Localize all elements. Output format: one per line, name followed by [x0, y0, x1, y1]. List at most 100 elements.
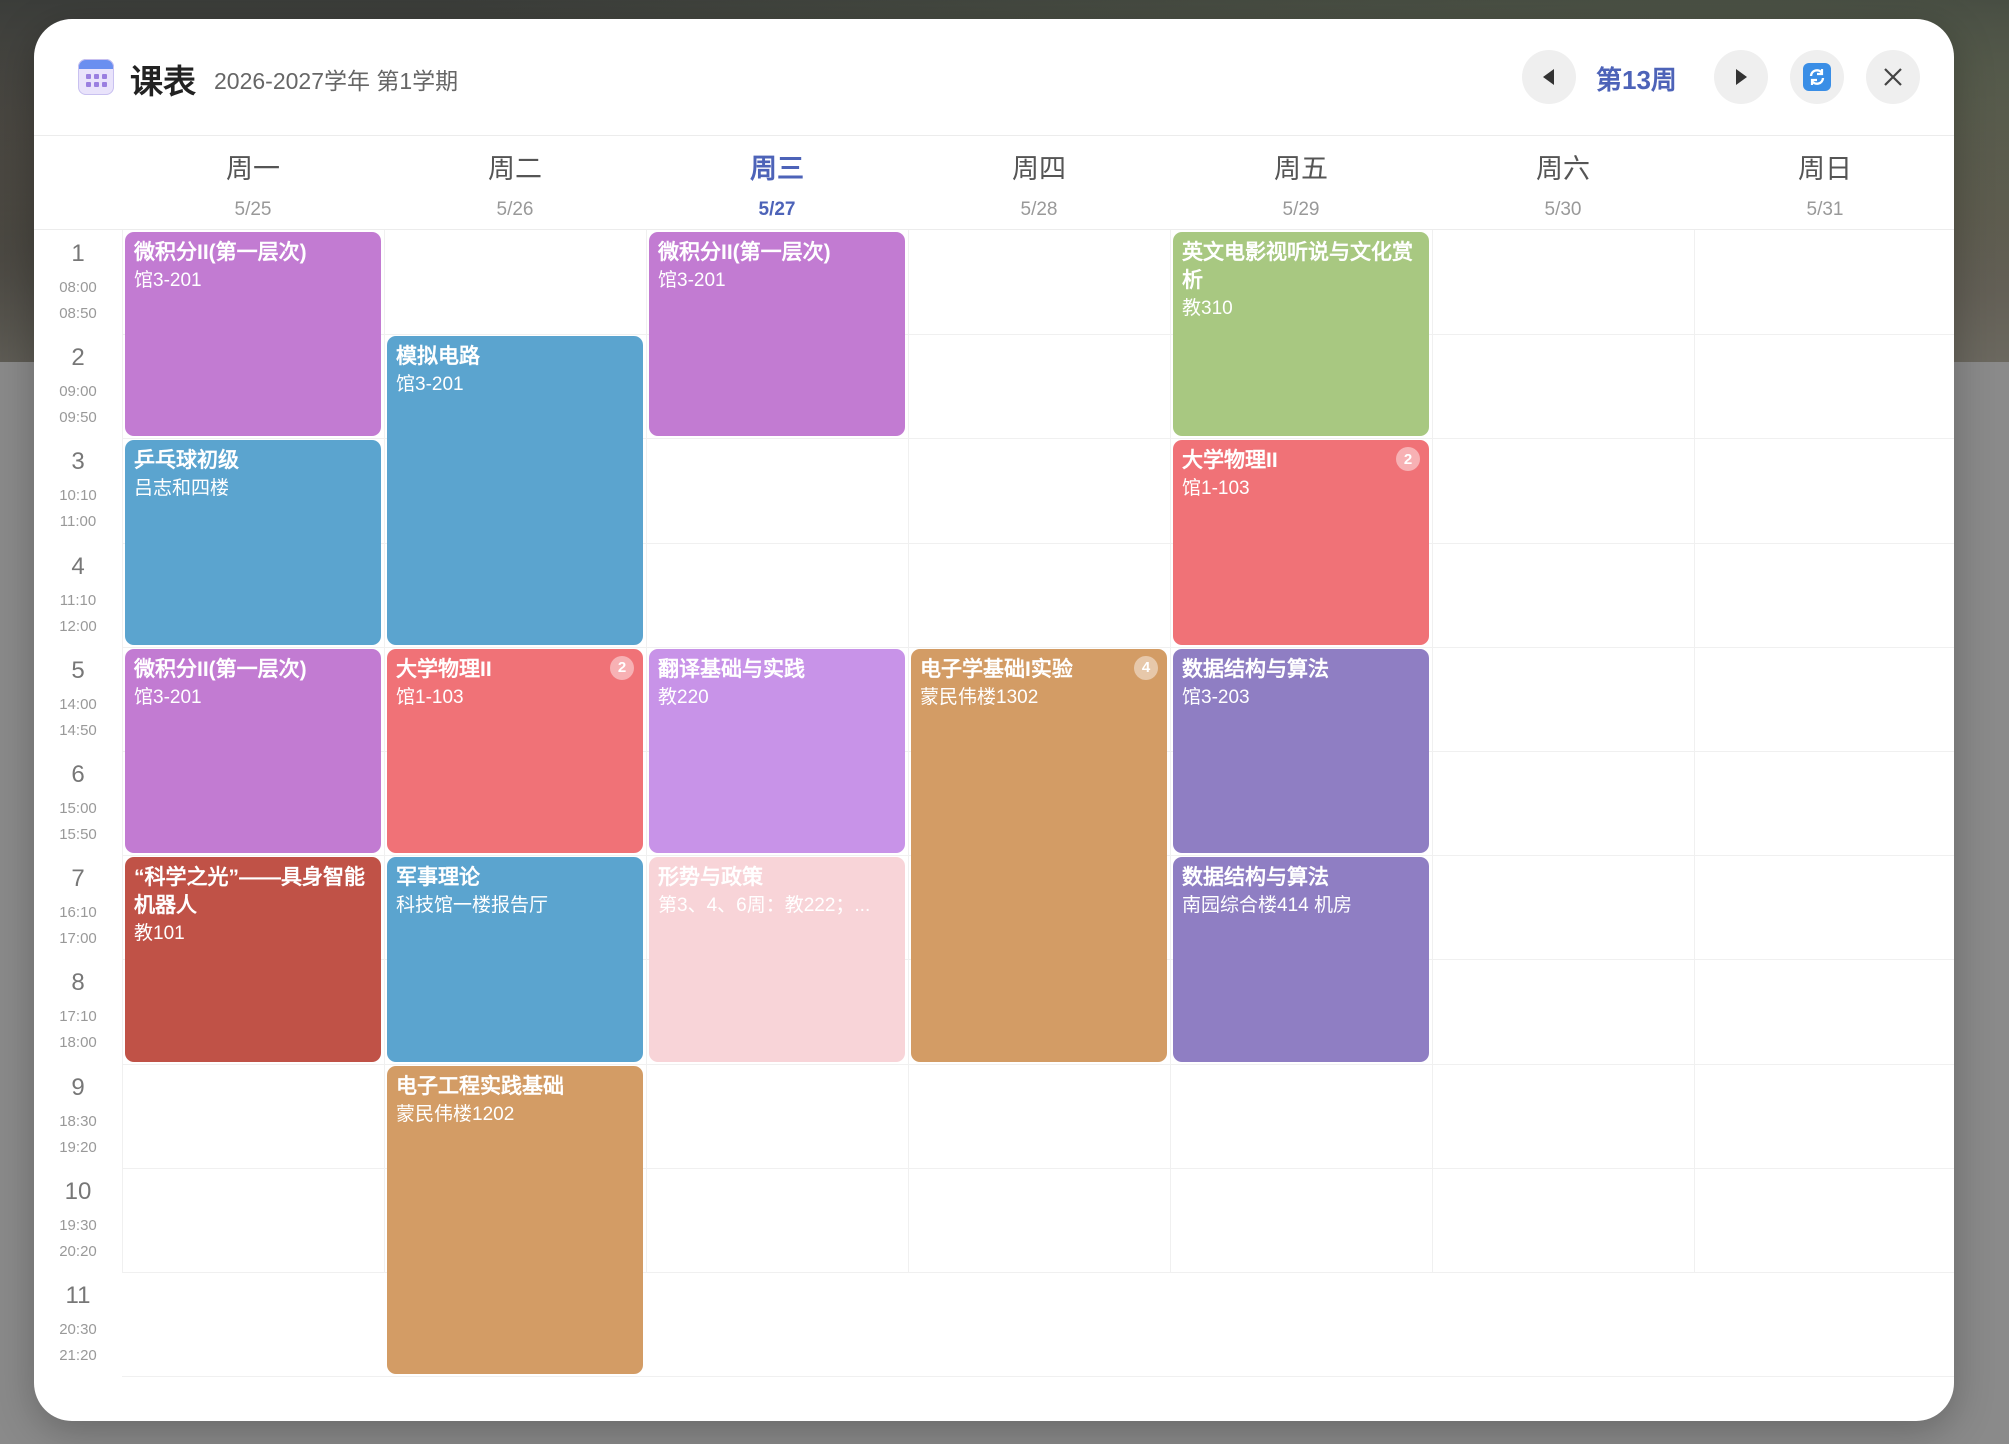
course-card[interactable]: 电子学基础I实验 蒙民伟楼1302 4: [911, 648, 1167, 1062]
course-room: 馆1-103: [1182, 478, 1250, 500]
course-card[interactable]: 电子工程实践基础 蒙民伟楼1202: [387, 1065, 643, 1375]
next-week-icon: [1736, 69, 1747, 85]
day-name: 周日: [1798, 154, 1852, 184]
period-3: 3 10:10 11:00: [34, 448, 122, 535]
next-week-button[interactable]: [1714, 50, 1768, 104]
course-name: 电子学基础I实验: [920, 657, 1073, 681]
period-start: 09:00: [59, 383, 97, 401]
grid-col-line: [122, 230, 123, 1272]
close-button[interactable]: [1866, 50, 1920, 104]
period-number: 8: [71, 969, 85, 997]
course-card[interactable]: 形势与政策第3、4、6周：教222；...: [649, 857, 905, 1062]
day-header-6: 周六 5/30: [1432, 147, 1694, 221]
period-number: 9: [71, 1073, 85, 1101]
course-name: 微积分II(第一层次): [134, 241, 307, 264]
course-card[interactable]: 微积分II(第一层次) 馆3-201: [125, 648, 381, 854]
course-card[interactable]: 微积分II(第一层次) 馆3-201: [649, 232, 905, 437]
course-room: 第3、4、6周：教222；...: [658, 895, 871, 917]
course-card[interactable]: 大学物理II 馆1-103 2: [1173, 440, 1429, 645]
course-room: 馆3-201: [396, 374, 464, 396]
course-card[interactable]: 翻译基础与实践 教220: [649, 648, 905, 854]
day-name: 周一: [226, 154, 280, 184]
day-date: 5/29: [1282, 199, 1320, 220]
course-room: 南园综合楼414 机房: [1182, 895, 1352, 917]
period-start: 18:30: [59, 1112, 97, 1130]
course-room: 馆3-201: [134, 686, 202, 708]
period-start: 14:00: [59, 695, 97, 713]
period-start: 08:00: [59, 279, 97, 296]
day-header-3: 周三 5/27: [646, 147, 908, 221]
course-card[interactable]: 数据结构与算法南园综合楼414 机房: [1173, 857, 1429, 1062]
course-name: 模拟电路: [396, 345, 480, 369]
period-5: 5 14:00 14:50: [34, 657, 122, 744]
grid-col-line: [1694, 230, 1695, 1272]
period-8: 8 17:10 18:00: [34, 969, 122, 1056]
period-9: 9 18:30 19:20: [34, 1074, 122, 1161]
day-date: 5/27: [758, 199, 796, 220]
period-number: 5: [71, 656, 85, 684]
course-room: 教220: [658, 686, 709, 708]
period-end: 17:00: [59, 930, 97, 948]
period-7: 7 16:10 17:00: [34, 865, 122, 952]
course-name: 大学物理II: [396, 657, 492, 681]
close-icon: [1884, 68, 1902, 86]
day-header-5: 周五 5/29: [1170, 147, 1432, 221]
course-card[interactable]: 模拟电路馆3-201: [387, 336, 643, 645]
course-card[interactable]: 英文电影视听说与文化赏析教310: [1173, 232, 1429, 437]
day-header-4: 周四 5/28: [908, 147, 1170, 221]
course-room: 教310: [1182, 298, 1233, 319]
course-count-badge: 2: [610, 655, 634, 680]
timetable-modal: 课表 2026-2027学年 第1学期 第13周 周一 5/25 周二 5/26 周三 5…: [34, 19, 1954, 1421]
course-card[interactable]: “科学之光”——具身智能机器人 教101: [125, 857, 381, 1062]
period-10: 10 19:30 20:20: [34, 1178, 122, 1265]
course-room: 馆1-103: [396, 686, 464, 708]
day-header-2: 周二 5/26: [384, 147, 646, 221]
period-start: 16:10: [59, 904, 97, 922]
grid-row-line: [122, 646, 1954, 648]
day-name: 周五: [1274, 154, 1328, 184]
course-name: 乒乓球初级: [134, 449, 239, 473]
period-number: 6: [71, 761, 85, 788]
period-start: 17:10: [59, 1008, 97, 1026]
course-card[interactable]: 微积分II(第一层次) 馆3-201: [125, 232, 381, 437]
period-number: 1: [71, 240, 85, 267]
period-1: 1 08:00 08:50: [34, 240, 122, 327]
course-name: 形势与政策: [658, 866, 763, 890]
day-date: 5/26: [496, 199, 534, 220]
course-name: 数据结构与算法: [1182, 866, 1329, 890]
day-name: 周四: [1012, 154, 1066, 184]
course-room: 科技馆一楼报告厅: [396, 895, 549, 917]
week-label: 第13周: [1596, 65, 1677, 95]
refresh-button[interactable]: [1790, 50, 1844, 104]
course-room: 蒙民伟楼1302: [920, 686, 1039, 708]
period-end: 14:50: [59, 721, 97, 739]
course-card[interactable]: 大学物理II 馆1-103 2: [387, 648, 643, 854]
refresh-icon: [1803, 63, 1831, 91]
period-2: 2 09:00 09:50: [34, 344, 122, 431]
period-number: 2: [71, 344, 85, 372]
grid-row-line: [122, 334, 1954, 336]
course-room: 蒙民伟楼1202: [396, 1103, 515, 1125]
period-end: 21:20: [59, 1347, 97, 1364]
course-name: 电子工程实践基础: [396, 1074, 564, 1098]
course-room: 馆3-203: [1182, 686, 1250, 708]
day-header-1: 周一 5/25: [122, 147, 384, 221]
course-name: 英文电影视听说与文化赏析: [1182, 241, 1413, 292]
course-room: 馆3-201: [658, 270, 726, 291]
period-end: 15:50: [59, 826, 97, 843]
prev-week-button[interactable]: [1522, 50, 1576, 104]
course-card[interactable]: 乒乓球初级吕志和四楼: [125, 440, 381, 645]
period-end: 08:50: [59, 305, 97, 322]
course-card[interactable]: 数据结构与算法 馆3-203: [1173, 648, 1429, 854]
day-date: 5/30: [1544, 199, 1582, 220]
grid-col-line: [646, 230, 647, 1272]
period-number: 11: [65, 1282, 91, 1309]
course-name: 军事理论: [396, 866, 480, 890]
grid-col-line: [1170, 230, 1171, 1272]
course-name: 微积分II(第一层次): [658, 241, 831, 264]
course-card[interactable]: 军事理论科技馆一楼报告厅: [387, 857, 643, 1062]
page-title: 课表: [130, 63, 196, 100]
course-room: 吕志和四楼: [134, 478, 230, 500]
grid-col-line: [1432, 230, 1433, 1272]
day-date: 5/28: [1020, 199, 1058, 220]
